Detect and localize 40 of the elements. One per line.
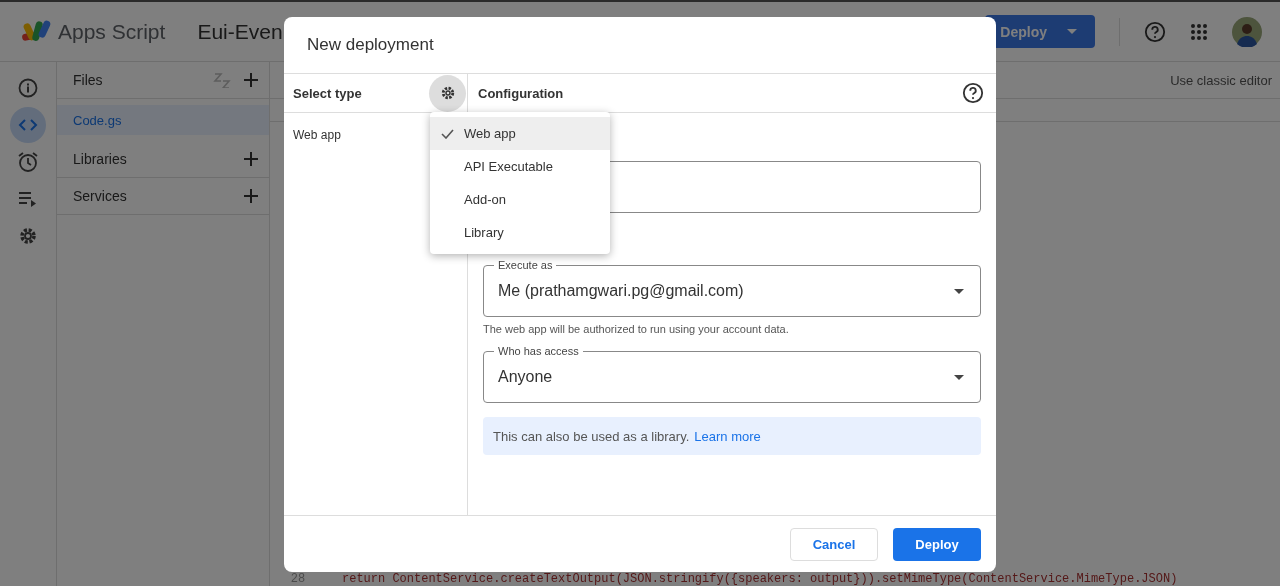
cancel-button[interactable]: Cancel (790, 527, 878, 561)
classic-editor-link[interactable]: Use classic editor (1170, 72, 1272, 88)
rail-button[interactable] (10, 107, 46, 143)
section-title: Libraries (73, 151, 127, 167)
caret-icon (1067, 29, 1077, 34)
deploy-button[interactable]: Deploy (985, 15, 1095, 48)
dialog-title: New deployment (284, 17, 996, 74)
check-icon (440, 128, 454, 139)
deploy-button[interactable]: Deploy (893, 527, 981, 561)
list-play-icon (18, 191, 38, 207)
settings-icon (18, 226, 38, 246)
dropdown-caret-icon (954, 288, 964, 294)
gear-icon (439, 85, 456, 101)
alarm-clock-icon (17, 151, 39, 173)
section-title: Files (73, 72, 103, 88)
menu-item[interactable]: Library (430, 216, 610, 249)
field-hint: The web app will be authorized to run using your account data. (483, 323, 790, 335)
selected-type: Web app (293, 128, 341, 142)
apps-grid-icon[interactable] (1190, 22, 1208, 41)
add-icon[interactable] (243, 72, 259, 88)
settings-button[interactable] (429, 74, 466, 112)
column-heading: Configuration (478, 85, 564, 101)
menu-item[interactable]: Web app (430, 117, 610, 150)
menu-item[interactable]: Add-on (430, 183, 610, 216)
help-icon[interactable] (962, 82, 984, 104)
code-icon (18, 118, 38, 132)
file-item[interactable]: Code.gs (57, 105, 269, 135)
info-icon (18, 78, 38, 98)
project-title[interactable]: Eui-Even (197, 19, 283, 44)
menu-item[interactable]: API Executable (430, 150, 610, 183)
avatar[interactable] (1232, 16, 1262, 47)
app-name: Apps Script (58, 19, 166, 44)
code-line: return ContentService.createTextOutput(JSON.stringify({speakers: output})).setMimeType(ContentService.MimeType.JSON) (341, 572, 1178, 586)
dropdown-caret-icon (954, 374, 964, 380)
section-title: Services (73, 188, 127, 204)
add-icon[interactable] (243, 188, 259, 204)
learn-more-link[interactable]: Learn more (694, 428, 761, 444)
column-heading: Select type (293, 85, 362, 101)
info-text: This can also be used as a library. (493, 428, 690, 444)
add-icon[interactable] (243, 151, 259, 167)
